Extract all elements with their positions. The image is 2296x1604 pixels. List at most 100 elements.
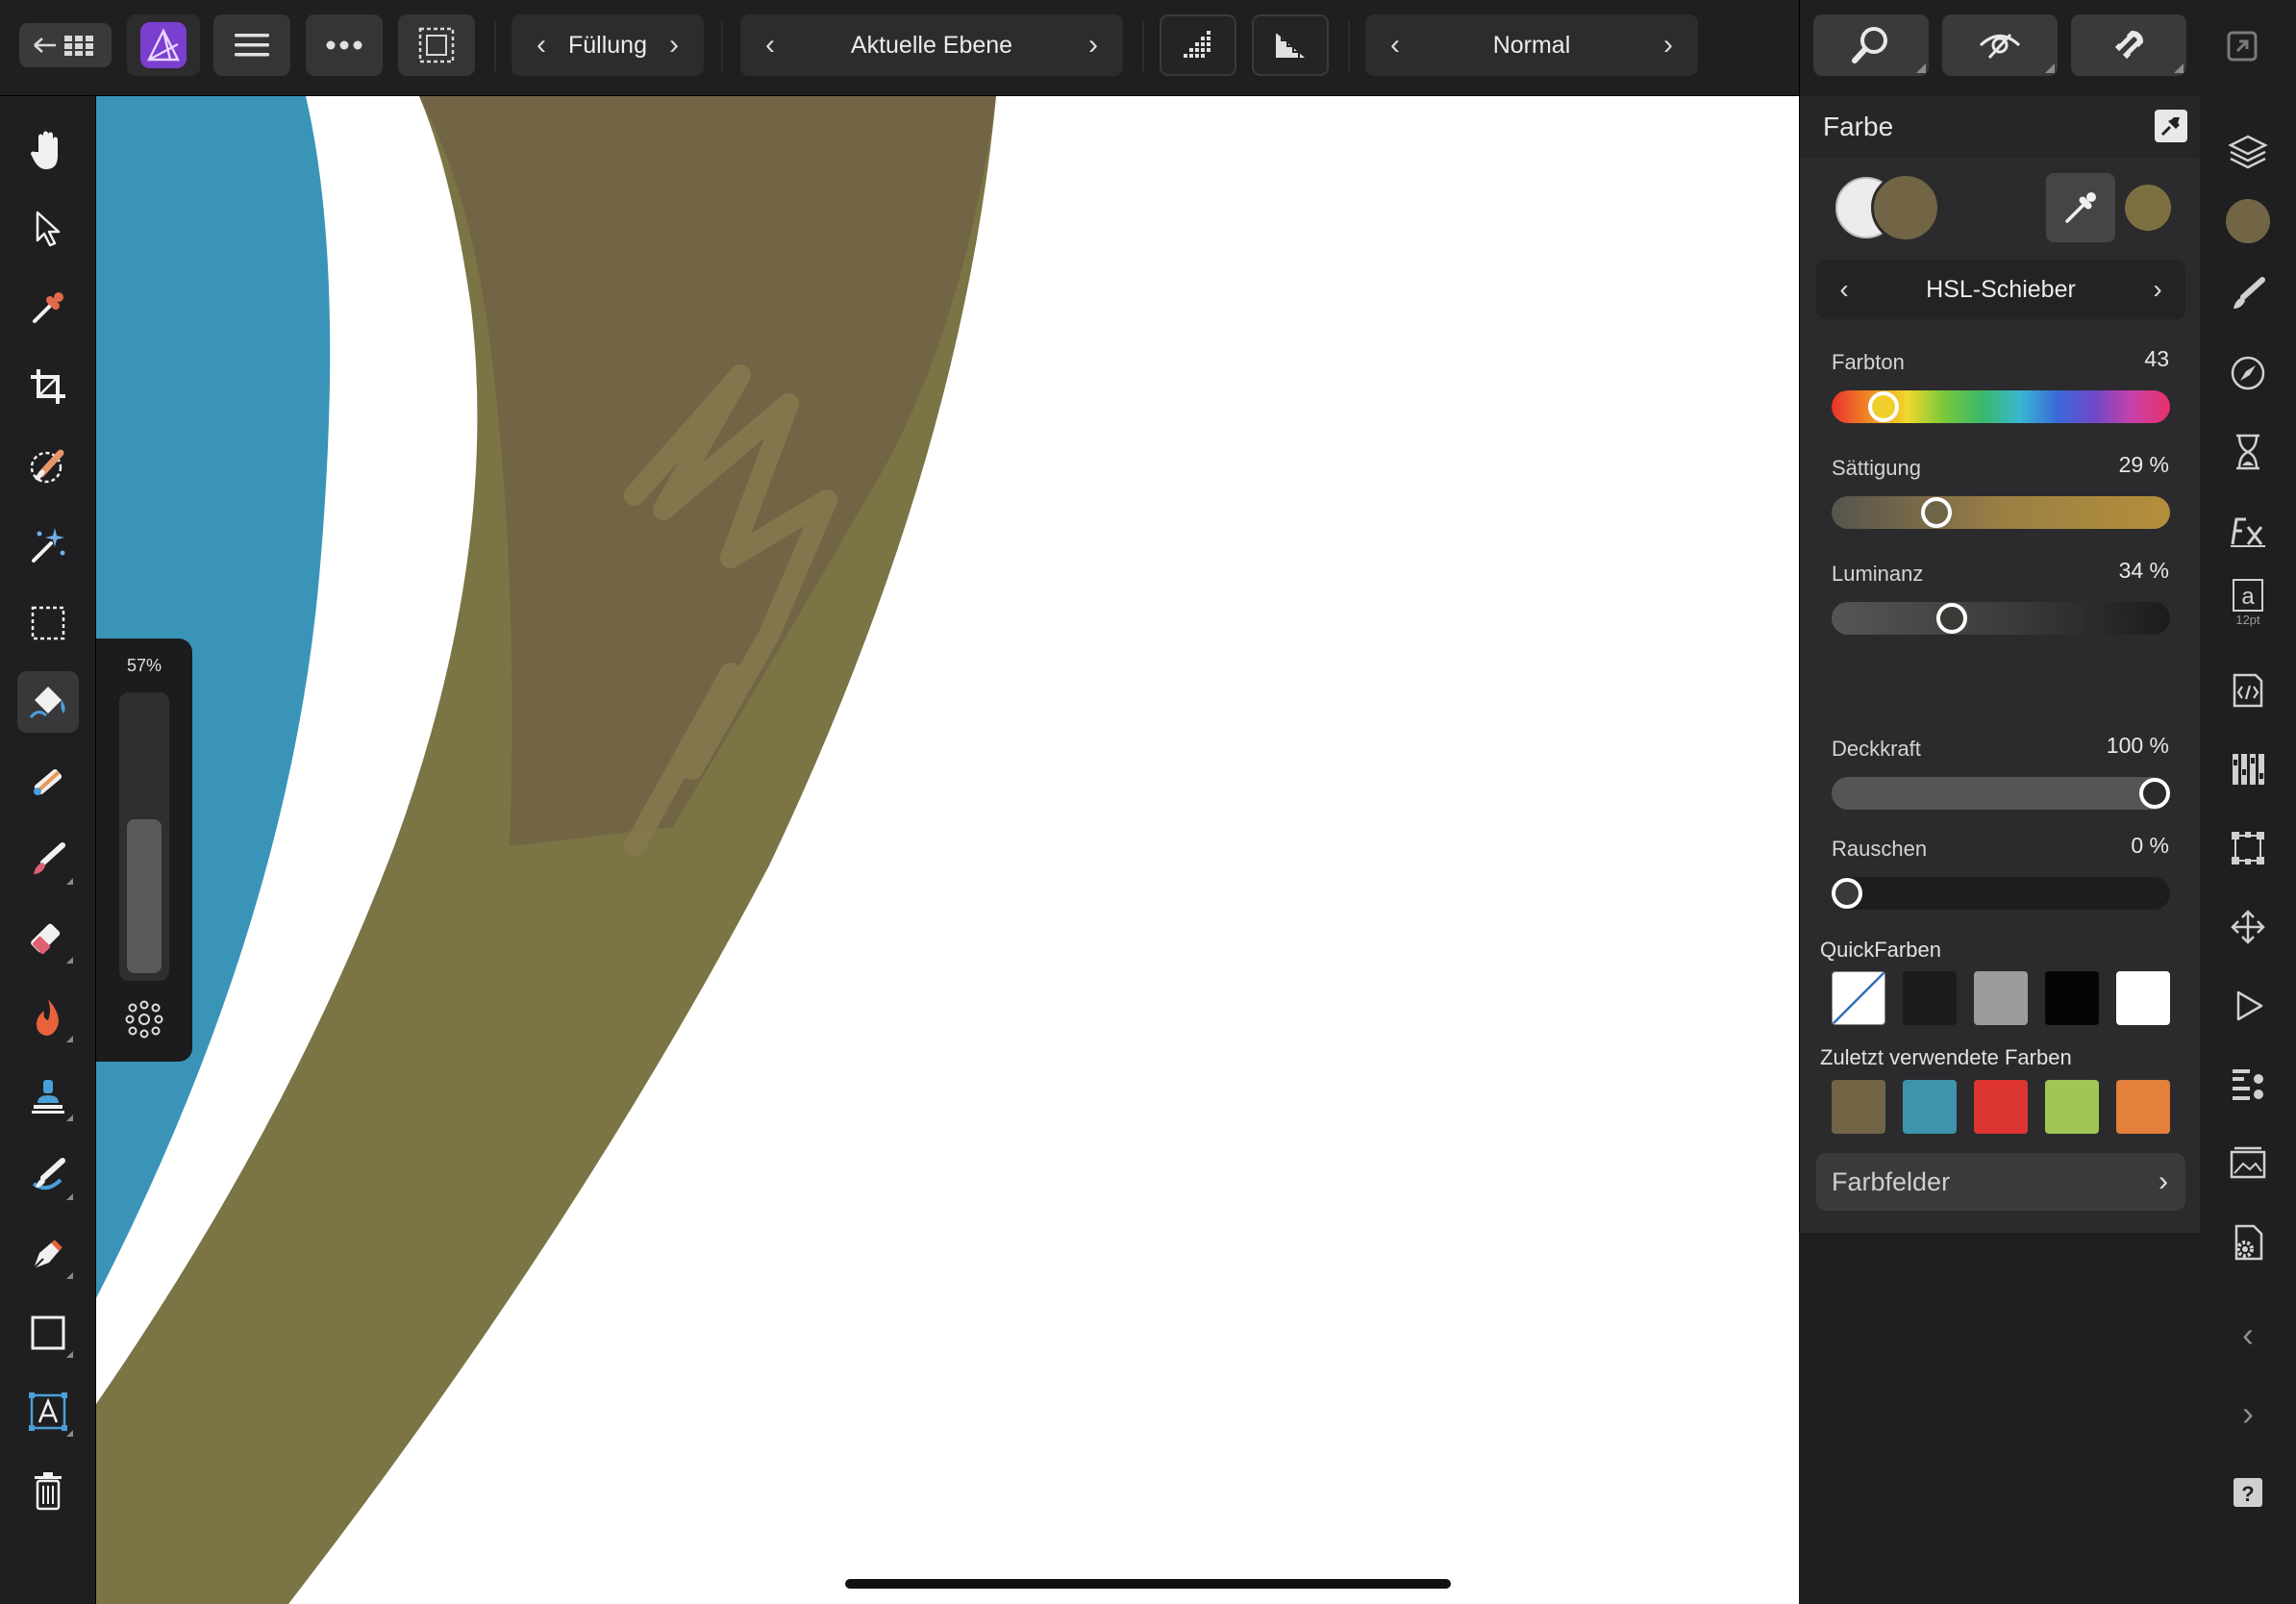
recent-color-swatch[interactable]: [2045, 1080, 2099, 1134]
color-picker-tool[interactable]: [17, 277, 79, 338]
chevron-right-icon[interactable]: ›: [660, 29, 688, 62]
chevron-right-icon[interactable]: ›: [1079, 29, 1108, 62]
rectangle-marquee-icon: [31, 606, 65, 640]
crop-tool[interactable]: [17, 356, 79, 417]
marquee-tool[interactable]: [17, 592, 79, 654]
quick-color-none[interactable]: [1832, 971, 1885, 1025]
fullscreen-button[interactable]: [2223, 27, 2261, 65]
opacity-slider[interactable]: [1832, 777, 2170, 810]
persona-button[interactable]: [127, 14, 200, 76]
assets-studio-button[interactable]: [2225, 1140, 2271, 1187]
help-button[interactable]: ?: [2225, 1469, 2271, 1516]
recent-color-swatch[interactable]: [1832, 1080, 1885, 1134]
opacity-slider-knob[interactable]: [2139, 778, 2170, 809]
view-button[interactable]: [1942, 14, 2058, 76]
noise-slider[interactable]: [1832, 877, 2170, 910]
zoom-button[interactable]: [1813, 14, 1929, 76]
rectangle-tool[interactable]: [17, 1302, 79, 1364]
recent-color-swatch[interactable]: [1903, 1080, 1957, 1134]
chevron-left-icon[interactable]: ‹: [1381, 29, 1410, 62]
chevron-right-icon[interactable]: ›: [2143, 274, 2172, 305]
collapse-studio-button[interactable]: ‹: [2225, 1312, 2271, 1358]
flood-fill-tool[interactable]: [17, 671, 79, 733]
chevron-left-icon[interactable]: ‹: [1830, 274, 1859, 305]
fx-studio-button[interactable]: [2225, 508, 2271, 554]
brush-settings-button[interactable]: [121, 996, 167, 1042]
selection-brush-tool[interactable]: [17, 435, 79, 496]
smudge-brush-icon: [32, 1158, 65, 1190]
play-triangle-icon: [2236, 990, 2263, 1021]
transform-studio-button[interactable]: [2225, 825, 2271, 871]
macro-studio-button[interactable]: [2225, 667, 2271, 714]
gradient-tool[interactable]: [17, 750, 79, 812]
document-canvas[interactable]: [96, 96, 1799, 1604]
assets-icon: [2230, 1146, 2266, 1179]
histogram-studio-button[interactable]: [2225, 1062, 2271, 1108]
toolbar-divider: [1142, 21, 1144, 71]
recent-color-swatch[interactable]: [1974, 1080, 2028, 1134]
paint-brush-tool[interactable]: [17, 829, 79, 890]
back-to-gallery-icon: [34, 36, 93, 56]
move-tool[interactable]: [17, 198, 79, 260]
brushes-studio-button[interactable]: [2225, 271, 2271, 317]
text-styles-studio-button[interactable]: a 12pt: [2225, 579, 2271, 627]
luminance-slider-knob[interactable]: [1935, 603, 1967, 634]
quick-color-swatch[interactable]: [1974, 971, 2028, 1025]
toolbar-divider: [1348, 21, 1350, 71]
hue-slider[interactable]: [1832, 390, 2170, 423]
gradient-icon: [34, 768, 62, 795]
swatches-button[interactable]: Farbfelder ›: [1816, 1153, 2185, 1211]
chevron-left-icon[interactable]: ‹: [756, 29, 785, 62]
view-tool[interactable]: [17, 119, 79, 181]
studio-toolbar: [1799, 0, 2296, 96]
clone-brush-tool[interactable]: [17, 1065, 79, 1127]
recent-color-swatch[interactable]: [2116, 1080, 2170, 1134]
color-mode-selector[interactable]: ‹ HSL-Schieber ›: [1816, 260, 2185, 319]
selection-button[interactable]: [398, 14, 475, 76]
channels-studio-button[interactable]: [2225, 746, 2271, 792]
quick-color-swatch[interactable]: [2116, 971, 2170, 1025]
snapping-button[interactable]: [2071, 14, 2186, 76]
erase-brush-tool[interactable]: [17, 908, 79, 969]
pen-tool[interactable]: [17, 1223, 79, 1285]
blur-brush-tool[interactable]: [17, 1144, 79, 1206]
color-panel: Farbe ‹ HSL-Schieber › Farbton 43 Sättig…: [1799, 96, 2201, 1233]
flood-select-tool[interactable]: [17, 514, 79, 575]
quick-color-swatch[interactable]: [2045, 971, 2099, 1025]
saturation-slider-knob[interactable]: [1920, 497, 1952, 528]
corner-indicator: [2045, 63, 2055, 73]
delete-button[interactable]: [17, 1460, 79, 1521]
saturation-slider[interactable]: [1832, 496, 2170, 529]
history-studio-button[interactable]: [2225, 429, 2271, 475]
pin-panel-button[interactable]: [2155, 110, 2187, 142]
color-picker-button[interactable]: [2046, 173, 2115, 242]
more-button[interactable]: [306, 14, 383, 76]
document-settings-button[interactable]: [2225, 1219, 2271, 1266]
hue-slider-knob[interactable]: [1868, 391, 1900, 422]
chevron-right-icon[interactable]: ›: [1654, 29, 1683, 62]
dither-toggle[interactable]: [1160, 14, 1236, 76]
expand-studio-button[interactable]: ›: [2225, 1391, 2271, 1437]
quick-color-swatch[interactable]: [1903, 971, 1957, 1025]
color-studio-button[interactable]: [2225, 198, 2271, 244]
luminance-slider[interactable]: [1832, 602, 2170, 635]
text-tool[interactable]: [17, 1381, 79, 1442]
layer-selector[interactable]: ‹ Aktuelle Ebene ›: [740, 14, 1123, 76]
tolerance-ramp-icon: [1276, 32, 1305, 58]
gallery-button[interactable]: [19, 23, 112, 67]
stock-studio-button[interactable]: [2225, 983, 2271, 1029]
primary-color-swatch[interactable]: [1871, 173, 1940, 242]
navigator-studio-button[interactable]: [2225, 350, 2271, 396]
picked-color-swatch[interactable]: [2125, 185, 2171, 231]
blend-mode-selector[interactable]: ‹ Normal ›: [1365, 14, 1698, 76]
chevron-left-icon[interactable]: ‹: [527, 29, 556, 62]
brush-size-slider[interactable]: [119, 692, 169, 981]
tolerance-toggle[interactable]: [1252, 14, 1329, 76]
navigator-move-studio-button[interactable]: [2225, 904, 2271, 950]
pen-nib-icon: [33, 1240, 62, 1269]
burn-brush-tool[interactable]: [17, 987, 79, 1048]
fill-selector[interactable]: ‹ Füllung ›: [512, 14, 704, 76]
layers-studio-button[interactable]: [2225, 129, 2271, 175]
menu-button[interactable]: [213, 14, 290, 76]
noise-slider-knob[interactable]: [1832, 878, 1862, 909]
